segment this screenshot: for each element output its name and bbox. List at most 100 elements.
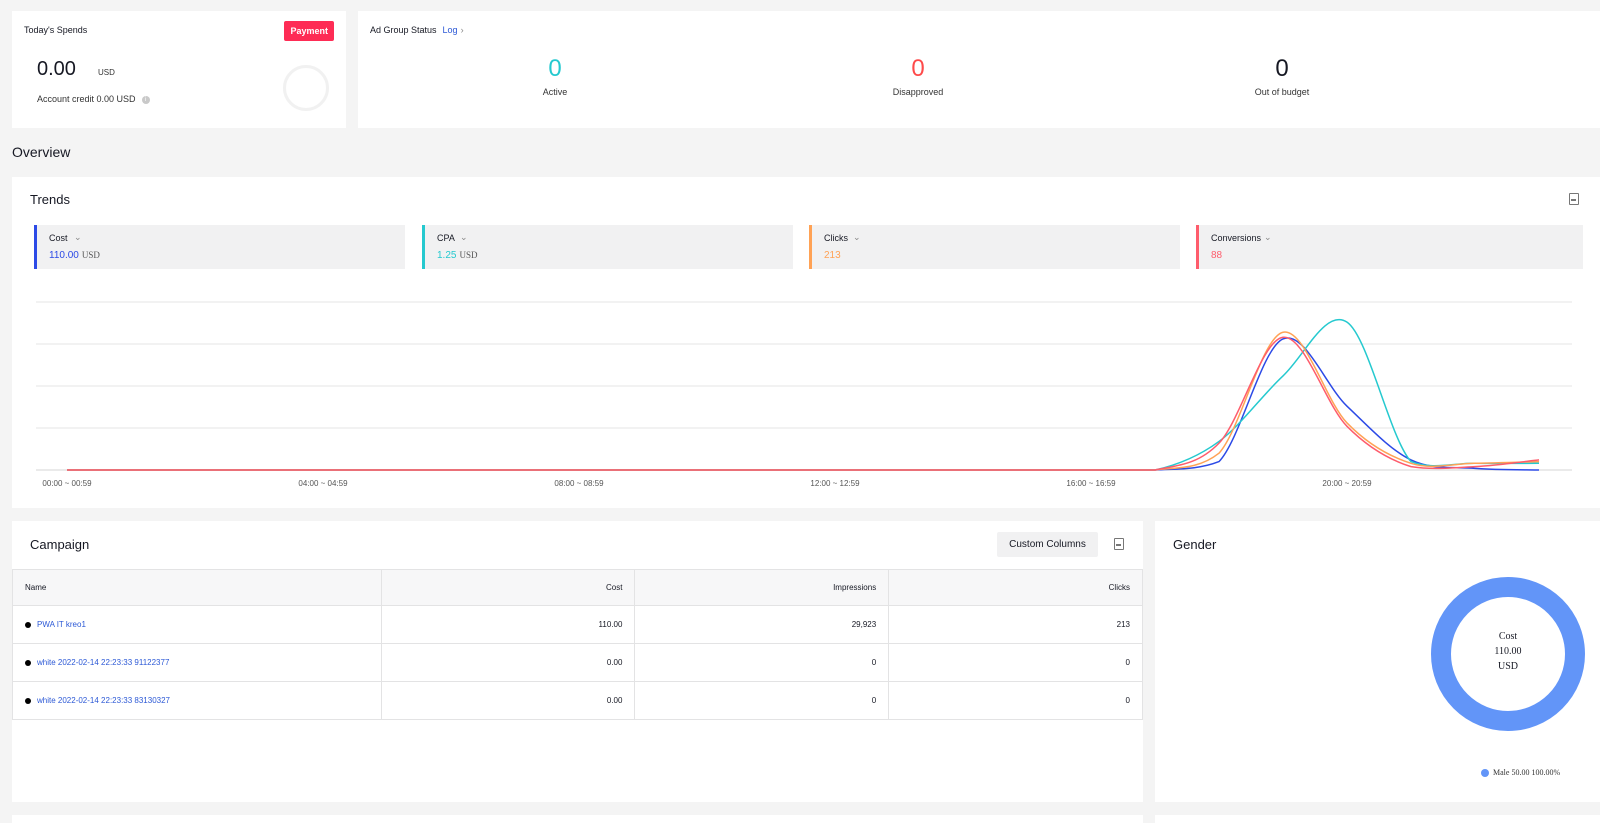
chevron-down-icon[interactable]: ⌄ (1264, 232, 1272, 243)
spend-progress-ring (283, 65, 329, 111)
donut-center-value: 110.00 (1494, 646, 1522, 657)
metric-number: 110.00 (49, 250, 79, 261)
trends-card: Trends Cost ⌄ 110.00 USD CPA ⌄ 1.25 USD Cl… (12, 177, 1600, 508)
status-disapproved-value: 0 (911, 55, 925, 82)
cell-clicks: 213 (888, 605, 1143, 644)
campaign-link[interactable]: PWA IT kreo1 (37, 620, 86, 629)
cell-clicks: 0 (888, 643, 1143, 682)
chevron-down-icon[interactable]: ⌄ (74, 232, 82, 243)
account-credit: Account credit 0.00 USD i (37, 94, 150, 104)
column-header-clicks[interactable]: Clicks (888, 569, 1143, 606)
custom-columns-button[interactable]: Custom Columns (997, 532, 1098, 557)
log-link[interactable]: Log (443, 25, 458, 35)
metric-indicator (422, 225, 425, 269)
status-dot (25, 659, 31, 666)
cell-name: PWA IT kreo1 (12, 605, 382, 644)
next-card-stub (12, 815, 1143, 823)
chevron-down-icon[interactable]: ⌄ (853, 232, 861, 243)
status-out-of-budget-label: Out of budget (1254, 87, 1310, 97)
todays-spends-card: Today's Spends Payment 0.00 USD Account … (12, 11, 346, 128)
metric-card-clicks[interactable]: Clicks ⌄ 213 (809, 225, 1180, 269)
metric-number: 213 (824, 250, 841, 261)
cell-name: white 2022-02-14 22:23:33 91122377 (12, 643, 382, 682)
status-disapproved-label: Disapproved (892, 87, 944, 97)
cell-clicks: 0 (888, 681, 1143, 720)
series-line-cpa (66, 318, 1540, 471)
table-row: white 2022-02-14 22:23:33 91122377 0.00 … (12, 643, 1143, 682)
status-out-of-budget-value: 0 (1275, 55, 1289, 82)
metric-indicator (809, 225, 812, 269)
metric-number: 1.25 (437, 250, 457, 261)
info-icon[interactable]: i (141, 95, 150, 104)
x-tick-label: 20:00 ~ 20:59 (1322, 479, 1372, 488)
cell-impressions: 0 (634, 681, 890, 720)
payment-button[interactable]: Payment (284, 21, 334, 41)
chevron-down-icon[interactable]: ⌄ (460, 232, 468, 243)
gender-title: Gender (1173, 537, 1217, 552)
series-line-cost (66, 337, 1540, 471)
metric-card-cpa[interactable]: CPA ⌄ 1.25 USD (422, 225, 793, 269)
campaign-table: Name Cost Impressions Clicks PWA IT kreo… (12, 569, 1143, 720)
cell-impressions: 29,923 (634, 605, 890, 644)
table-row: PWA IT kreo1 110.00 29,923 213 (12, 605, 1143, 644)
account-credit-text: Account credit 0.00 USD (37, 94, 136, 104)
spend-amount: 0.00 (37, 58, 76, 80)
column-header-impressions[interactable]: Impressions (634, 569, 890, 606)
series-line-clicks (66, 331, 1540, 471)
status-dot (25, 697, 31, 704)
ad-group-status-title: Ad Group Status Log › (370, 25, 464, 35)
next-card-stub (1155, 815, 1600, 823)
metric-card-cost[interactable]: Cost ⌄ 110.00 USD (34, 225, 405, 269)
trend-line-chart: 00:00 ~ 00:59 04:00 ~ 04:59 08:00 ~ 08:59 1… (36, 301, 1572, 488)
campaign-card: Campaign Custom Columns Name Cost Impres… (12, 521, 1143, 802)
gender-legend[interactable]: Male 50.00 100.00% (1481, 768, 1561, 778)
series-line-conversions (66, 336, 1540, 471)
status-dot (25, 621, 31, 628)
column-header-name[interactable]: Name (12, 569, 382, 606)
x-tick-label: 16:00 ~ 16:59 (1066, 479, 1116, 488)
table-row: white 2022-02-14 22:23:33 83130327 0.00 … (12, 681, 1143, 720)
status-disapproved: 0 Disapproved (858, 55, 978, 97)
export-icon[interactable] (1569, 193, 1579, 205)
status-active: 0 Active (495, 55, 615, 97)
ad-group-status-card: Ad Group Status Log › 0 Active 0 Disapprov… (358, 11, 1600, 128)
metric-name: Conversions (1211, 233, 1262, 243)
table-header-row: Name Cost Impressions Clicks (12, 569, 1143, 606)
cell-impressions: 0 (634, 643, 890, 682)
metric-indicator (1196, 225, 1199, 269)
metric-indicator (34, 225, 37, 269)
campaign-link[interactable]: white 2022-02-14 22:23:33 91122377 (37, 658, 169, 667)
donut-center-label: Cost 110.00 USD (1431, 629, 1585, 674)
overview-heading: Overview (12, 144, 71, 160)
cell-cost: 0.00 (380, 681, 636, 720)
metric-name: Cost (49, 233, 68, 243)
x-tick-label: 12:00 ~ 12:59 (810, 479, 860, 488)
cell-cost: 0.00 (380, 643, 636, 682)
donut-center-unit: USD (1497, 661, 1518, 672)
metric-value: 1.25 USD (437, 250, 477, 261)
todays-spends-title: Today's Spends (24, 25, 88, 35)
campaign-title: Campaign (30, 537, 90, 552)
campaign-link[interactable]: white 2022-02-14 22:23:33 83130327 (37, 696, 170, 705)
column-header-cost[interactable]: Cost (380, 569, 636, 606)
metric-value: 110.00 USD (49, 250, 100, 261)
metric-value: 213 (824, 250, 841, 261)
donut-center-metric: Cost (1498, 631, 1518, 642)
metric-name: CPA (437, 233, 455, 243)
status-active-value: 0 (548, 55, 562, 82)
status-active-label: Active (542, 87, 568, 97)
x-tick-label: 00:00 ~ 00:59 (42, 479, 92, 488)
metric-number: 88 (1211, 250, 1223, 261)
cell-name: white 2022-02-14 22:23:33 83130327 (12, 681, 382, 720)
metric-unit: USD (81, 250, 100, 260)
ad-group-status-label: Ad Group Status (370, 25, 437, 35)
metric-unit: USD (459, 250, 478, 260)
metric-value: 88 (1211, 250, 1222, 261)
legend-label: Male 50.00 100.00% (1493, 768, 1561, 777)
status-out-of-budget: 0 Out of budget (1222, 55, 1342, 97)
chevron-right-icon[interactable]: › (461, 25, 464, 35)
metric-card-conversions[interactable]: Conversions ⌄ 88 (1196, 225, 1583, 269)
cell-cost: 110.00 (380, 605, 636, 644)
x-tick-label: 08:00 ~ 08:59 (554, 479, 604, 488)
export-icon[interactable] (1114, 538, 1124, 550)
